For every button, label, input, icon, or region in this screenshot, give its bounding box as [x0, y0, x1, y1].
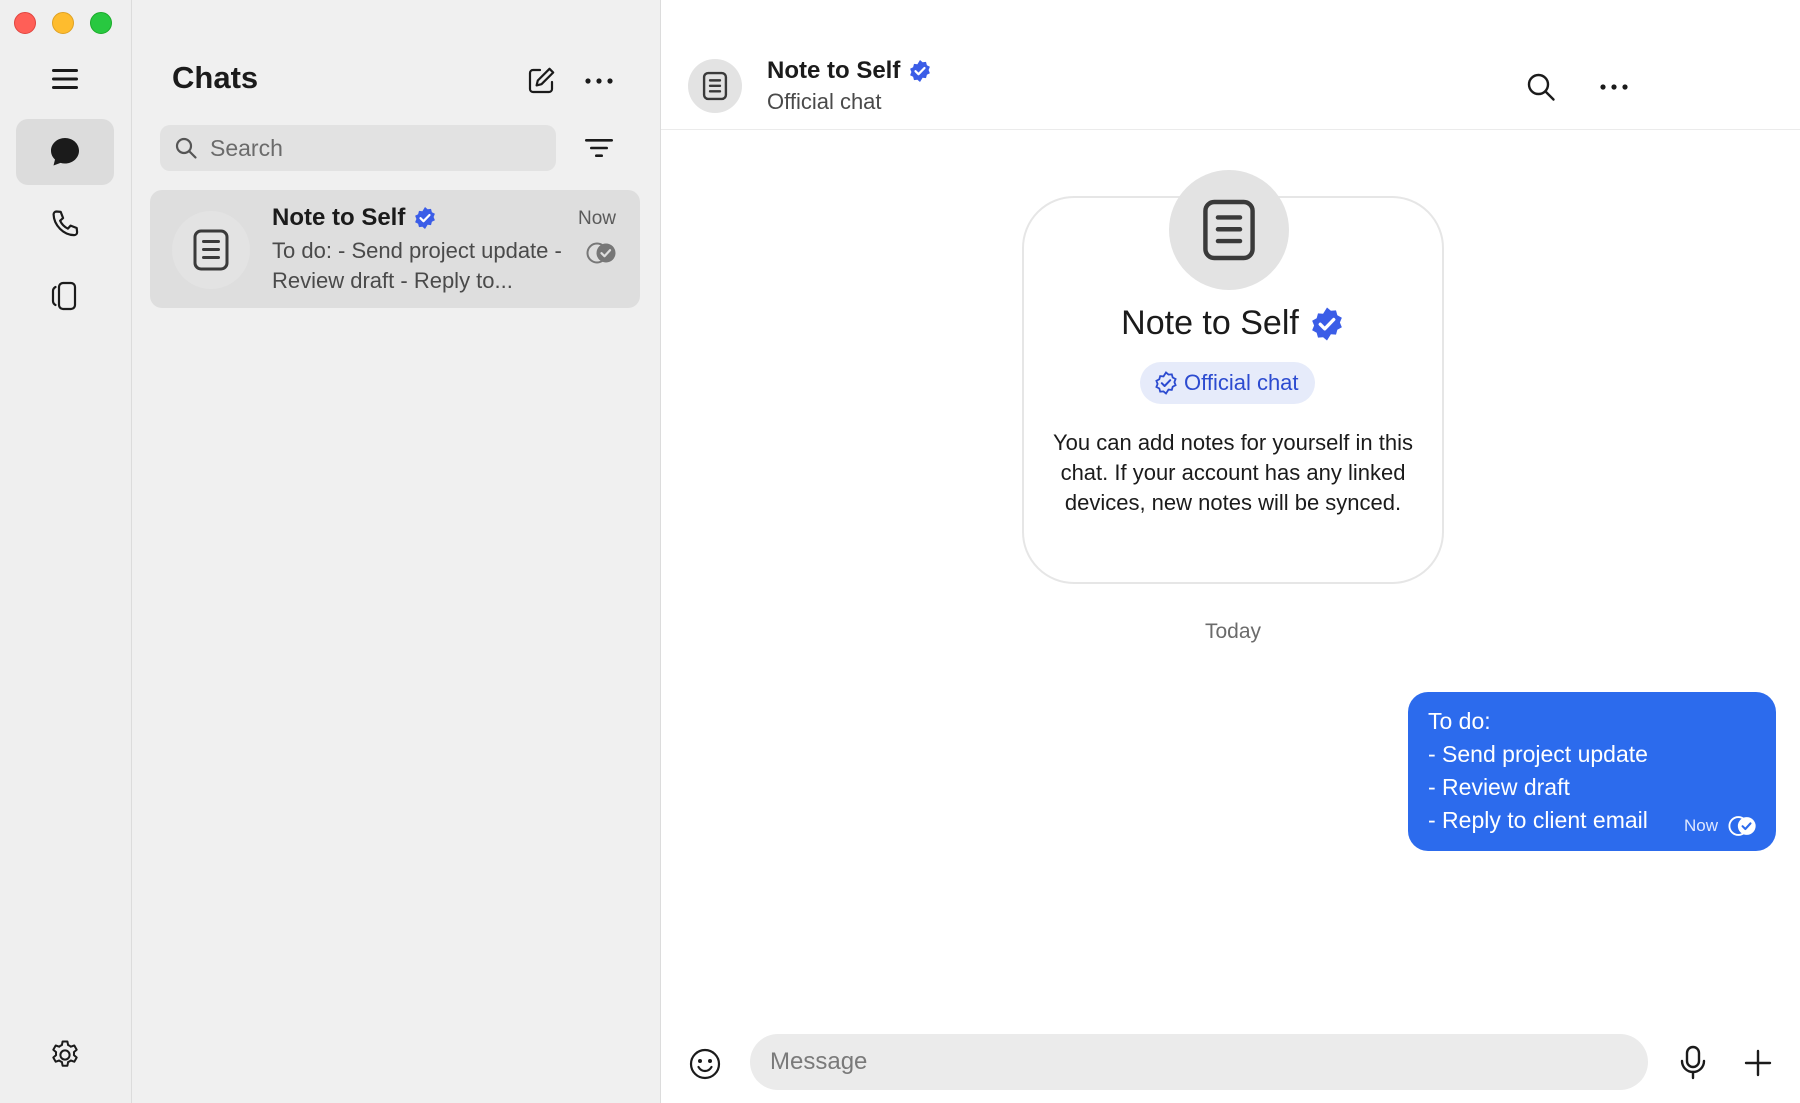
emoji-button[interactable] — [685, 1044, 725, 1084]
plus-icon — [1744, 1049, 1772, 1077]
attach-button[interactable] — [1737, 1042, 1779, 1084]
close-icon[interactable] — [14, 12, 36, 34]
nav-settings[interactable] — [16, 1022, 114, 1088]
filter-button[interactable] — [575, 125, 623, 171]
nav-stories[interactable] — [16, 263, 114, 329]
date-separator: Today — [1204, 620, 1262, 643]
header-subtitle: Official chat — [767, 89, 882, 114]
verified-badge-icon — [415, 207, 436, 229]
phone-icon — [52, 210, 79, 237]
chat-list-more-button[interactable] — [576, 58, 622, 104]
chat-time: Now — [577, 208, 616, 229]
intro-name: Note to Self — [1022, 304, 1444, 343]
chat-list-pane: Chats Search Note to Self Now To do: - S… — [132, 0, 661, 1103]
note-icon — [702, 71, 728, 101]
verified-badge-icon — [910, 60, 931, 82]
more-icon — [1600, 84, 1628, 90]
verified-outline-icon — [1155, 371, 1177, 395]
search-box — [160, 125, 556, 171]
emoji-icon — [689, 1048, 721, 1080]
microphone-icon — [1680, 1045, 1706, 1080]
message-input[interactable] — [750, 1034, 1648, 1090]
message-composer — [661, 1032, 1800, 1092]
search-icon — [1527, 73, 1555, 101]
note-icon — [1203, 199, 1255, 261]
app-window: Chats Search Note to Self Now To do: - S… — [0, 0, 1800, 1103]
read-receipt-icon — [1728, 816, 1756, 836]
more-icon — [585, 78, 613, 84]
search-input[interactable] — [210, 134, 530, 162]
stories-icon — [51, 281, 77, 311]
search-icon — [175, 137, 197, 159]
chat-list-item[interactable]: Note to Self Now To do: - Send project u… — [150, 190, 640, 308]
verified-badge-icon — [1311, 307, 1342, 340]
official-chat-badge-text: Official chat — [1184, 370, 1299, 395]
header-title[interactable]: Note to Self — [767, 57, 932, 85]
maximize-icon[interactable] — [90, 12, 112, 34]
intro-description: You can add notes for yourself in this c… — [1053, 430, 1413, 515]
read-receipt — [586, 242, 618, 264]
outgoing-message-bubble[interactable]: To do: - Send project update - Review dr… — [1408, 692, 1776, 851]
note-icon — [193, 229, 229, 271]
official-chat-badge: Official chat — [1140, 362, 1315, 404]
read-receipt-icon — [586, 242, 616, 264]
window-controls — [14, 12, 112, 34]
chat-name: Note to Self — [272, 204, 437, 232]
nav-rail — [0, 0, 132, 1103]
conversation-search-button[interactable] — [1516, 62, 1566, 112]
voice-message-button[interactable] — [1673, 1042, 1713, 1084]
minimize-icon[interactable] — [52, 12, 74, 34]
filter-icon — [585, 139, 613, 157]
menu-button[interactable] — [16, 46, 114, 112]
conversation-header: Note to Self Official chat — [661, 0, 1800, 130]
chat-name-text: Note to Self — [272, 204, 406, 231]
conversation-pane: Note to Self Official chat Note to Self … — [661, 0, 1800, 1103]
avatar — [172, 211, 250, 289]
compose-button[interactable] — [518, 58, 564, 104]
message-meta: Now — [1684, 815, 1758, 837]
header-title-text: Note to Self — [767, 57, 901, 84]
menu-icon — [52, 69, 78, 89]
chat-list-title: Chats — [172, 60, 259, 95]
nav-chats[interactable] — [16, 119, 114, 185]
nav-calls[interactable] — [16, 191, 114, 257]
chat-bubble-icon — [51, 138, 79, 166]
header-avatar[interactable] — [688, 59, 742, 113]
chat-preview: To do: - Send project update - Review dr… — [272, 238, 562, 293]
intro-avatar — [1169, 170, 1289, 290]
compose-icon — [528, 67, 555, 94]
gear-icon — [52, 1040, 78, 1067]
message-time: Now — [1683, 816, 1718, 835]
intro-name-text: Note to Self — [1121, 304, 1299, 342]
conversation-more-button[interactable] — [1589, 62, 1639, 112]
